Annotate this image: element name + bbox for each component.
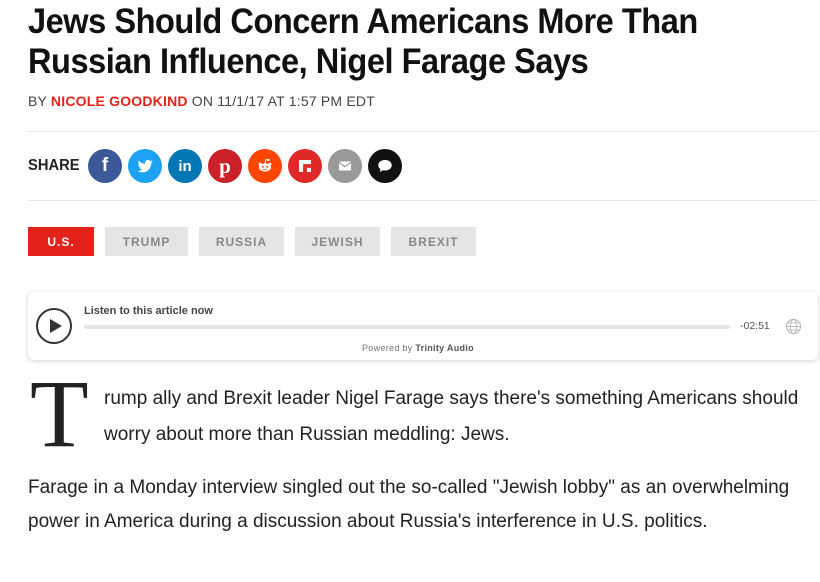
facebook-icon: f [101, 155, 109, 176]
tag-trump[interactable]: TRUMP [105, 227, 188, 256]
tag-brexit[interactable]: BREXIT [391, 227, 476, 256]
topic-tags: U.S. TRUMP RUSSIA JEWISH BREXIT [28, 227, 487, 256]
flipboard-icon [299, 160, 311, 172]
publish-date: ON 11/1/17 AT 1:57 PM EDT [191, 93, 375, 109]
twitter-icon [137, 160, 153, 173]
byline-prefix: BY [28, 93, 47, 109]
share-bar: SHARE f in p [28, 148, 408, 184]
reddit-share-button[interactable] [248, 149, 282, 183]
divider-bottom [28, 200, 818, 201]
powered-prefix: Powered by [362, 343, 413, 353]
time-remaining: -02:51 [740, 320, 770, 332]
pinterest-icon: p [219, 153, 231, 178]
tag-jewish[interactable]: JEWISH [295, 227, 380, 256]
reddit-icon [258, 158, 272, 172]
byline: BY NICOLE GOODKIND ON 11/1/17 AT 1:57 PM… [28, 93, 375, 109]
linkedin-share-button[interactable]: in [168, 149, 202, 183]
email-icon [338, 161, 352, 171]
divider-top [28, 131, 818, 132]
play-icon [50, 319, 62, 333]
play-button[interactable] [36, 308, 72, 344]
globe-icon[interactable] [785, 318, 802, 335]
audio-player: Listen to this article now -02:51 Powere… [28, 292, 818, 360]
comment-share-button[interactable] [368, 149, 402, 183]
share-label: SHARE [28, 157, 80, 174]
article-paragraph: Farage in a Monday interview singled out… [28, 477, 790, 532]
powered-by: Powered by Trinity Audio [362, 343, 474, 353]
tag-us[interactable]: U.S. [28, 227, 94, 256]
tag-russia[interactable]: RUSSIA [199, 227, 284, 256]
flipboard-share-button[interactable] [288, 149, 322, 183]
twitter-share-button[interactable] [128, 149, 162, 183]
audio-progress-bar[interactable] [84, 325, 730, 329]
listen-label: Listen to this article now [84, 305, 213, 317]
email-share-button[interactable] [328, 149, 362, 183]
speech-bubble-icon [378, 160, 392, 172]
powered-brand-link[interactable]: Trinity Audio [415, 343, 474, 353]
linkedin-icon: in [178, 157, 192, 175]
article-paragraph: rump ally and Brexit leader Nigel Farage… [104, 388, 799, 445]
facebook-share-button[interactable]: f [88, 149, 122, 183]
author-link[interactable]: NICOLE GOODKIND [51, 93, 188, 109]
drop-cap: T [30, 360, 89, 467]
article-headline: Jews Should Concern Americans More Than … [28, 2, 698, 81]
pinterest-share-button[interactable]: p [208, 149, 242, 183]
